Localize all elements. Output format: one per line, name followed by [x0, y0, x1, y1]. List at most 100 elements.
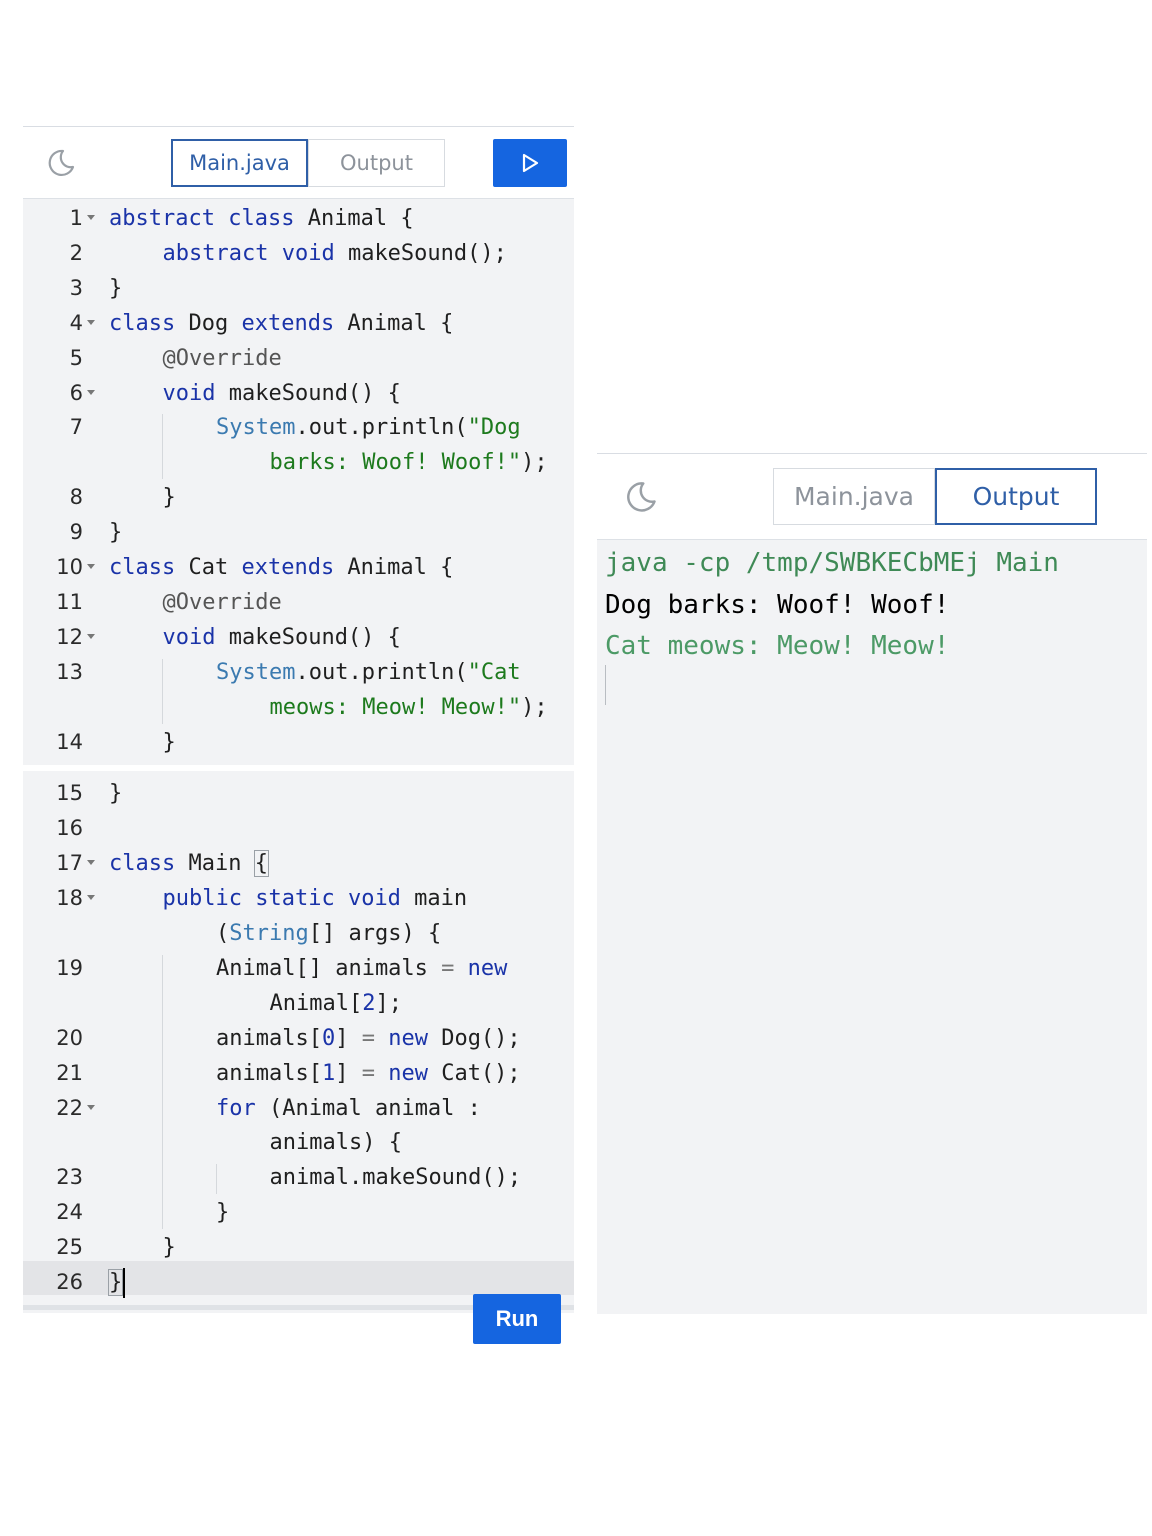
tab-output[interactable]: Output — [935, 468, 1097, 525]
code-token: public — [162, 886, 242, 912]
code-line[interactable]: Animal[2]; — [23, 986, 574, 1021]
fold-toggle-icon[interactable] — [87, 215, 95, 220]
code-token: Cat — [175, 555, 242, 580]
output-toolbar: Main.java Output — [597, 454, 1147, 540]
code-line[interactable]: animals) { — [23, 1125, 574, 1160]
fold-toggle-icon[interactable] — [87, 389, 95, 395]
code-token: @Override — [162, 589, 282, 615]
code-text: barks: Woof! Woof!"); — [270, 445, 548, 480]
code-line[interactable]: 15} — [23, 776, 574, 811]
tab-output[interactable]: Output — [308, 139, 445, 187]
moon-icon[interactable] — [45, 147, 77, 179]
code-line[interactable]: 19 Animal[] animals = new — [23, 951, 574, 986]
code-line[interactable]: 18 public static void main — [23, 881, 574, 916]
code-token: ] — [335, 1025, 362, 1051]
code-line[interactable]: 21 animals[1] = new Cat(); — [23, 1056, 574, 1091]
code-line[interactable]: 3} — [23, 271, 574, 306]
code-text: } — [163, 725, 176, 760]
code-text: void makeSound() { — [163, 620, 401, 655]
code-token: class — [109, 555, 176, 580]
code-token: 1 — [321, 1060, 336, 1086]
line-number: 25 — [56, 1235, 83, 1260]
code-token: } — [216, 1200, 230, 1226]
code-text: Animal[2]; — [270, 986, 402, 1021]
line-number: 10 — [56, 555, 83, 579]
fold-toggle-icon[interactable] — [87, 895, 95, 901]
output-console[interactable]: java -cp /tmp/SWBKECbMEj Main Dog barks: … — [597, 540, 1147, 1314]
line-number: 9 — [69, 520, 83, 545]
code-token: } — [109, 781, 123, 807]
code-line[interactable]: 11 @Override — [23, 585, 574, 620]
line-number: 7 — [69, 415, 83, 440]
code-token: abstract — [109, 206, 215, 231]
line-number: 8 — [69, 485, 83, 510]
run-play-button[interactable] — [493, 139, 567, 187]
code-line[interactable]: 12 void makeSound() { — [23, 620, 574, 655]
fold-toggle-icon[interactable] — [87, 319, 95, 325]
code-line[interactable]: 10 class Cat extends Animal { — [23, 550, 574, 585]
code-line[interactable]: 5 @Override — [23, 341, 574, 376]
code-token: animals[ — [216, 1025, 322, 1051]
code-token: Animal { — [334, 310, 454, 336]
code-line[interactable]: 9} — [23, 515, 574, 550]
code-line[interactable]: 6 void makeSound() { — [23, 376, 574, 411]
code-line[interactable]: 1 abstract class Animal { — [23, 201, 574, 236]
code-line[interactable]: (String[] args) { — [23, 916, 574, 951]
tab-main-java[interactable]: Main.java — [171, 139, 308, 187]
code-editor[interactable]: 1 abstract class Animal {2 abstract void m… — [23, 199, 574, 1344]
code-token: } — [109, 520, 123, 546]
code-token: void — [162, 380, 216, 406]
line-number: 17 — [56, 851, 83, 876]
code-line[interactable]: 17 class Main { — [23, 846, 574, 881]
code-line[interactable]: 14} — [23, 725, 574, 760]
code-text: for (Animal animal : — [216, 1091, 481, 1126]
code-token: ] — [335, 1060, 362, 1086]
fold-toggle-icon[interactable] — [87, 633, 95, 639]
moon-icon[interactable] — [623, 479, 659, 515]
code-token: Main — [175, 851, 255, 877]
console-cursor — [605, 665, 606, 705]
code-token: extends — [241, 310, 335, 336]
code-line[interactable]: 23 animal.makeSound(); — [23, 1160, 574, 1195]
code-split-gap — [23, 765, 574, 771]
fold-toggle-icon[interactable] — [87, 860, 95, 866]
code-line[interactable]: 13 System.out.println("Cat — [23, 655, 574, 690]
code-line[interactable]: 25} — [23, 1230, 574, 1265]
code-token: animals[ — [216, 1060, 322, 1086]
code-token: 0 — [321, 1025, 336, 1051]
code-token: ( — [216, 921, 230, 946]
code-token: @Override — [162, 345, 282, 371]
editor-toolbar: Main.java Output — [23, 127, 574, 199]
code-line[interactable]: barks: Woof! Woof!"); — [23, 445, 574, 480]
code-token: Animal[ — [269, 990, 363, 1016]
code-token: main — [400, 886, 468, 912]
code-text: @Override — [163, 585, 282, 620]
code-text: } — [109, 776, 122, 811]
fold-toggle-icon[interactable] — [87, 1104, 95, 1110]
code-token: String — [229, 921, 309, 946]
code-text: Animal[] animals = new — [216, 951, 507, 986]
code-line[interactable]: 16 — [23, 811, 574, 846]
fold-toggle-icon[interactable] — [87, 564, 95, 569]
code-line[interactable]: 24} — [23, 1195, 574, 1230]
line-number: 14 — [56, 729, 83, 754]
code-line[interactable]: 20 animals[0] = new Dog(); — [23, 1021, 574, 1056]
line-number: 11 — [56, 589, 83, 614]
console-line: Cat meows: Meow! Meow! — [605, 631, 950, 661]
code-token: ]; — [375, 990, 402, 1016]
code-token: } — [162, 729, 176, 755]
line-number: 20 — [56, 1025, 83, 1050]
code-line[interactable]: 2 abstract void makeSound(); — [23, 236, 574, 271]
run-button[interactable]: Run — [473, 1294, 561, 1344]
code-line[interactable]: 4 class Dog extends Animal { — [23, 306, 574, 341]
code-token: = — [361, 1025, 375, 1051]
tab-main-java[interactable]: Main.java — [773, 468, 935, 525]
code-line[interactable]: 8} — [23, 480, 574, 515]
code-text: @Override — [163, 341, 282, 376]
code-token: barks: Woof! Woof!" — [269, 450, 522, 476]
code-line[interactable]: 22 for (Animal animal : — [23, 1091, 574, 1126]
code-line[interactable]: meows: Meow! Meow!"); — [23, 690, 574, 725]
code-token: new — [454, 955, 508, 981]
code-token: 2 — [362, 990, 376, 1016]
code-line[interactable]: 7 System.out.println("Dog — [23, 410, 574, 445]
